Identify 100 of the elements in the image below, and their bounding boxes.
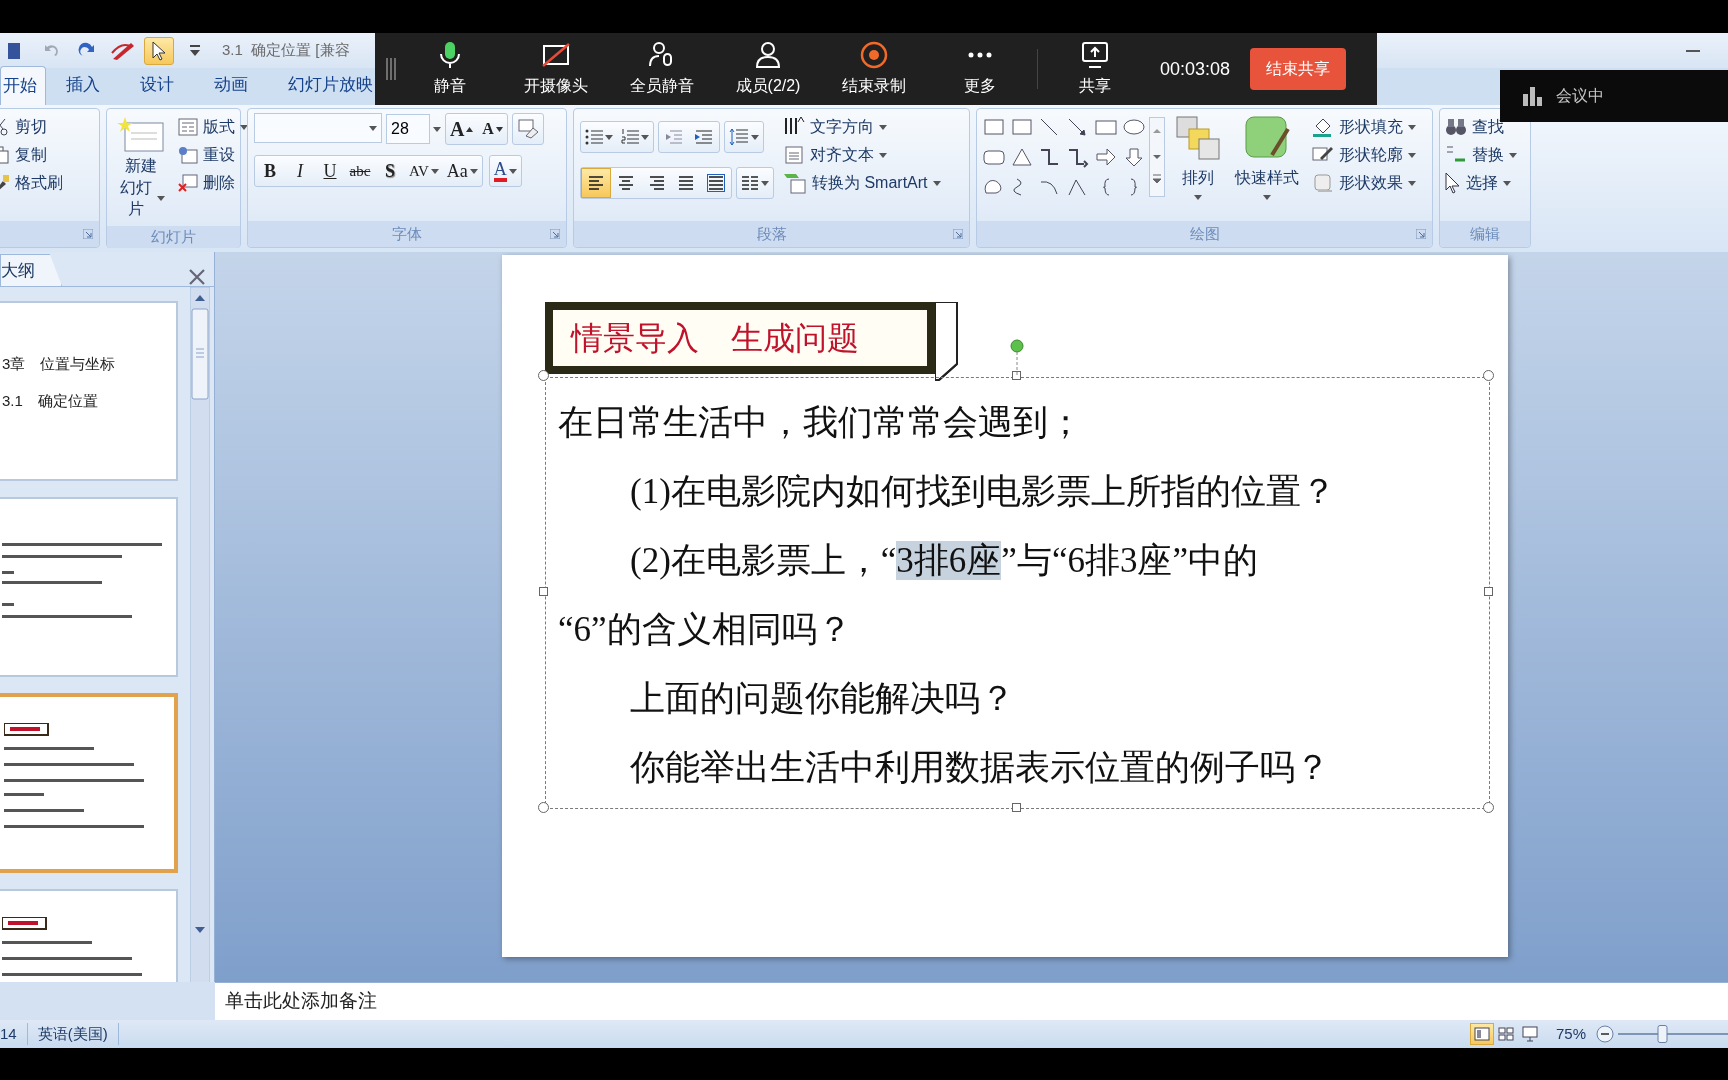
format-button[interactable]: I	[285, 156, 315, 186]
resize-handle[interactable]	[1483, 802, 1494, 813]
customize-icon[interactable]	[190, 44, 200, 57]
caret-icon	[605, 134, 613, 140]
dialog-launcher-icon[interactable]	[83, 229, 93, 239]
drag-handle-icon[interactable]	[385, 58, 397, 80]
font-size-field[interactable]: 28	[386, 114, 430, 144]
binoculars-icon	[1445, 117, 1467, 137]
toolbar-button[interactable]: 成员(2/2)	[715, 40, 821, 98]
up-caret-icon	[466, 126, 474, 132]
ribbon-button[interactable]: 查找	[1442, 113, 1520, 141]
caret-icon	[1408, 124, 1416, 130]
zoom-out-icon[interactable]	[1596, 1025, 1614, 1043]
ribbon-button[interactable]: 快速样式	[1231, 113, 1303, 217]
ribbon-button[interactable]: 格式刷	[0, 169, 66, 197]
shrink-font-button[interactable]: A	[477, 114, 508, 144]
ribbon-button[interactable]: 对齐文本	[780, 141, 944, 169]
ribbon-button[interactable]: 形状效果	[1309, 169, 1419, 197]
line-spacing-icon	[729, 127, 749, 147]
toolbar-button[interactable]: 共享	[1042, 40, 1148, 98]
minimize-button[interactable]	[1686, 49, 1700, 52]
ribbon-button[interactable]: 形状轮廓	[1309, 141, 1419, 169]
ribbon-tab[interactable]: 幻灯片放映	[268, 64, 374, 105]
group-label: 字体	[392, 223, 422, 244]
close-icon[interactable]	[188, 268, 206, 286]
toolbar-button[interactable]: 静音	[397, 40, 503, 98]
caret-icon	[879, 124, 887, 130]
dialog-launcher-icon[interactable]	[953, 229, 963, 239]
resize-handle[interactable]	[539, 587, 548, 596]
resize-handle[interactable]	[1484, 587, 1493, 596]
slide-text: 上面的问题你能解决吗？	[629, 678, 1015, 720]
arrange-icon	[1175, 115, 1221, 161]
format-button[interactable]: Aa	[442, 156, 482, 186]
save-icon[interactable]	[8, 40, 22, 61]
scrollbar[interactable]	[190, 287, 210, 982]
caret-icon	[469, 168, 478, 174]
align-text-icon	[783, 144, 805, 166]
rotate-handle[interactable]	[1009, 339, 1024, 375]
new-slide-icon	[117, 115, 165, 155]
resize-handle[interactable]	[1011, 371, 1021, 380]
format-button[interactable]: B	[255, 156, 285, 186]
meeting-status-text: 会议中	[1556, 86, 1604, 106]
end-share-button[interactable]: 结束共享	[1250, 48, 1347, 90]
resize-handle[interactable]	[538, 370, 549, 381]
ribbon-button[interactable]: 复制	[0, 141, 66, 169]
ribbon-tab[interactable]: 插入	[46, 64, 120, 105]
caret-icon	[641, 134, 649, 140]
ribbon-button[interactable]: 排列	[1171, 113, 1225, 217]
ribbon-button[interactable]: 选择	[1442, 169, 1520, 197]
align-button[interactable]	[581, 168, 611, 198]
notes-field[interactable]: 单击此处添加备注	[215, 982, 1728, 1020]
caret-icon	[761, 180, 769, 186]
dialog-launcher-icon[interactable]	[550, 229, 560, 239]
ribbon-tab[interactable]: 开始	[0, 65, 46, 105]
format-button[interactable]: U	[315, 156, 345, 186]
show-view-icon	[1521, 1026, 1538, 1042]
ribbon-tab[interactable]: 设计	[120, 64, 194, 105]
grow-font-button[interactable]: A	[446, 114, 478, 144]
caret-icon	[433, 126, 441, 132]
increase-indent-icon	[694, 128, 714, 146]
zoom-level[interactable]: 75%	[1555, 1022, 1586, 1046]
format-button[interactable]: A	[489, 156, 521, 186]
format-button[interactable]: AV	[405, 156, 443, 186]
view-button[interactable]	[1469, 1023, 1494, 1045]
dialog-launcher-icon[interactable]	[1416, 229, 1426, 239]
pointer-icon[interactable]	[152, 40, 166, 61]
ribbon-button[interactable]: 版式	[175, 113, 251, 141]
gallery-scroll-icon[interactable]	[1149, 117, 1165, 197]
ribbon-button[interactable]: 形状填充	[1309, 113, 1419, 141]
toolbar-button[interactable]: 更多	[927, 40, 1033, 98]
resize-handle[interactable]	[1483, 370, 1494, 381]
pen-icon[interactable]	[111, 40, 135, 61]
slide-thumbnail[interactable]: 3章 位置与坐标 3.1 确定位置	[0, 301, 178, 481]
ribbon-button[interactable]: 重设	[175, 141, 251, 169]
text-box[interactable]: 在日常生活中，我们常常会遇到； (1)在电影院内如何找到电影票上所指的位置？ (2)在电影票上，“3排6座”与“6排3座”中的 “6”的含义相同吗？ 上面的问题你能解决吗？ 你能举出生活中利用数据表示位置的例子吗？	[545, 377, 1490, 809]
slide-thumbnail[interactable]	[0, 497, 178, 677]
ribbon-button[interactable]: 替换	[1442, 141, 1520, 169]
caret-icon	[369, 125, 377, 131]
panel-tab[interactable]: 大纲	[0, 253, 62, 286]
ribbon-button[interactable]: 删除	[175, 169, 251, 197]
format-button[interactable]: S	[375, 156, 405, 186]
format-button[interactable]: abc	[345, 156, 375, 186]
slide-text: 在日常生活中，我们常常会遇到；	[558, 402, 1083, 444]
toolbar-button[interactable]: 结束录制	[821, 40, 927, 98]
language-indicator[interactable]: 英语(美国)	[27, 1022, 119, 1046]
toolbar-button[interactable]: 开摄像头	[503, 40, 609, 98]
new-slide-button[interactable]: 新建 幻灯片	[113, 113, 169, 222]
resize-handle[interactable]	[538, 802, 549, 813]
ribbon-button[interactable]: 剪切	[0, 113, 66, 141]
resize-handle[interactable]	[1011, 803, 1021, 812]
ribbon-tab[interactable]: 动画	[194, 64, 268, 105]
ribbon-button[interactable]: 转换为 SmartArt	[780, 169, 944, 197]
caret-icon	[508, 168, 517, 174]
toolbar-button[interactable]: 全员静音	[609, 40, 715, 98]
caret-icon	[1408, 180, 1416, 186]
screen-upload-icon	[1080, 40, 1110, 70]
slide-thumbnail[interactable]	[0, 693, 178, 873]
font-name-field[interactable]	[254, 113, 382, 143]
ribbon-button[interactable]: 文字方向	[780, 113, 944, 141]
align-center-icon	[617, 174, 635, 192]
